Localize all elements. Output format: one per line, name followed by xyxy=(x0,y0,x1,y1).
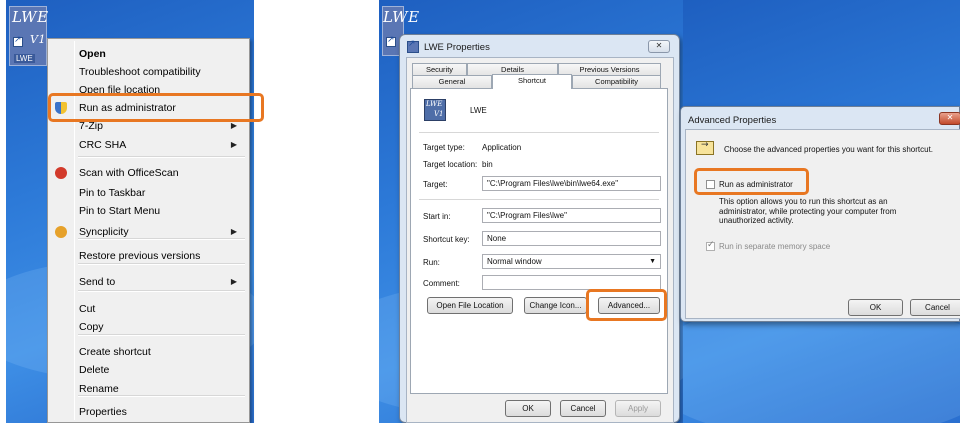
menu-separator xyxy=(78,334,245,336)
shortcut-key-label: Shortcut key: xyxy=(423,235,470,244)
advanced-dialog-title: Advanced Properties xyxy=(688,115,777,126)
target-label: Target: xyxy=(423,180,448,189)
menu-item-label: Open xyxy=(79,48,106,60)
menu-separator xyxy=(78,263,245,265)
cancel-button[interactable]: Cancel xyxy=(910,299,960,316)
app-icon: LWE V1 xyxy=(424,99,446,121)
target-location-label: Target location: xyxy=(423,160,478,169)
close-button[interactable]: ✕ xyxy=(648,40,670,53)
menu-item-pin-to-start-menu[interactable]: Pin to Start Menu xyxy=(50,200,247,222)
run-select[interactable]: Normal window ▼ xyxy=(482,254,661,269)
run-as-admin-info: This option allows you to run this short… xyxy=(719,197,897,225)
menu-item-label: Troubleshoot compatibility xyxy=(79,66,201,78)
close-icon: ✕ xyxy=(655,41,663,50)
menu-item-label: Restore previous versions xyxy=(79,250,201,262)
properties-dialog-title: LWE Properties xyxy=(424,42,490,53)
shortcut-arrow-icon xyxy=(386,35,396,47)
menu-item-scan-with-officescan[interactable]: Scan with OfficeScan xyxy=(50,162,247,184)
comment-field[interactable] xyxy=(482,275,661,290)
menu-separator xyxy=(78,290,245,292)
desktop-icon-title-2: LWE xyxy=(383,8,420,26)
apply-button[interactable]: Apply xyxy=(615,400,661,417)
menu-item-label: Syncplicity xyxy=(79,226,129,238)
menu-item-label: Pin to Taskbar xyxy=(79,187,146,199)
start-in-label: Start in: xyxy=(423,212,451,221)
start-in-field[interactable]: "C:\Program Files\lwe" xyxy=(482,208,661,223)
submenu-arrow-icon: ▶ xyxy=(230,140,237,149)
comment-label: Comment: xyxy=(423,279,460,288)
menu-item-label: Rename xyxy=(79,383,119,395)
menu-item-label: Send to xyxy=(79,276,116,288)
change-icon-button[interactable]: Change Icon... xyxy=(524,297,587,314)
run-label: Run: xyxy=(423,258,440,267)
properties-client-area: Security Details Previous Versions Gener… xyxy=(406,57,674,423)
shortcut-tab-page: LWE V1 LWE Target type: Application Targ… xyxy=(410,88,668,394)
menu-item-crc-sha[interactable]: CRC SHA ▶ xyxy=(50,134,247,156)
target-field[interactable]: "C:\Program Files\lwe\bin\lwe64.exe" xyxy=(482,176,661,191)
advanced-description: Choose the advanced properties you want … xyxy=(724,145,934,154)
target-type-value: Application xyxy=(482,143,522,152)
close-icon: ✕ xyxy=(946,113,954,122)
menu-item-label: CRC SHA xyxy=(79,139,127,151)
menu-separator xyxy=(78,238,245,240)
app-name: LWE xyxy=(470,106,487,115)
menu-item-properties[interactable]: Properties xyxy=(50,401,247,423)
desktop-icon-version: V1 xyxy=(30,33,46,46)
divider xyxy=(419,199,659,201)
menu-separator xyxy=(78,395,245,397)
run-select-value: Normal window xyxy=(487,257,542,266)
chevron-down-icon: ▼ xyxy=(649,258,656,265)
officescan-icon xyxy=(55,167,67,179)
ok-button[interactable]: OK xyxy=(505,400,551,417)
shortcut-properties-icon: → xyxy=(696,140,714,155)
menu-item-label: Properties xyxy=(79,406,127,418)
desktop-icon-caption: LWE xyxy=(14,54,35,63)
tab-general[interactable]: General xyxy=(412,75,492,88)
advanced-properties-dialog: Advanced Properties ✕ → Choose the advan… xyxy=(680,106,960,322)
desktop-icon-title: LWE xyxy=(12,8,49,26)
menu-separator xyxy=(78,156,245,158)
tab-shortcut[interactable]: Shortcut xyxy=(492,74,572,89)
separate-memory-label: Run in separate memory space xyxy=(719,242,831,251)
cancel-button[interactable]: Cancel xyxy=(560,400,606,417)
ok-button[interactable]: OK xyxy=(848,299,903,316)
advanced-button-highlight xyxy=(586,289,667,321)
divider xyxy=(419,132,659,134)
menu-item-label: Copy xyxy=(79,321,104,333)
app-icon-text: LWE xyxy=(426,100,443,108)
menu-item-label: Delete xyxy=(79,364,110,376)
menu-item-label: Cut xyxy=(79,303,96,315)
dialog-app-icon xyxy=(407,39,419,53)
target-location-value: bin xyxy=(482,160,493,169)
close-button[interactable]: ✕ xyxy=(939,112,960,125)
app-icon-version: V1 xyxy=(434,110,444,118)
menu-item-label: Scan with OfficeScan xyxy=(79,167,179,179)
advanced-client-area: → Choose the advanced properties you wan… xyxy=(685,129,960,319)
separate-memory-checkbox[interactable] xyxy=(706,240,715,251)
tab-compatibility[interactable]: Compatibility xyxy=(572,75,661,88)
menu-item-label: Create shortcut xyxy=(79,346,151,358)
run-as-admin-highlight xyxy=(48,93,264,122)
menu-item-label: Pin to Start Menu xyxy=(79,205,161,217)
open-file-location-button[interactable]: Open File Location xyxy=(427,297,513,314)
syncplicity-icon xyxy=(55,226,67,238)
target-type-label: Target type: xyxy=(423,143,465,152)
run-as-admin-checkbox-highlight xyxy=(694,168,809,195)
shortcut-arrow-icon xyxy=(13,35,23,47)
shortcut-key-field[interactable]: None xyxy=(482,231,661,246)
properties-dialog: LWE Properties ✕ Security Details Previo… xyxy=(399,34,680,423)
